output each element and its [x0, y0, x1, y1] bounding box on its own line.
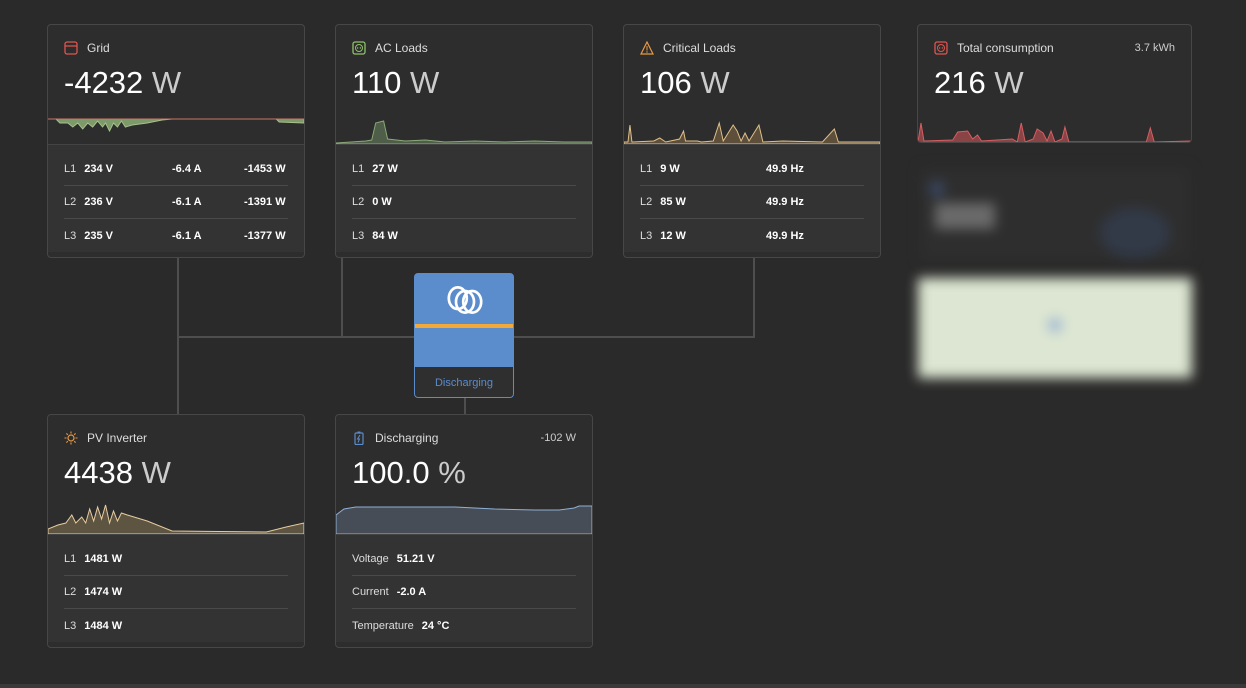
- critical-connection-line: [753, 257, 755, 337]
- inverter-status: Discharging: [415, 367, 513, 397]
- pv-power: 4438 W: [64, 455, 171, 490]
- blurred-tank-widget: [920, 168, 1190, 260]
- battery-card[interactable]: Discharging -102 W 100.0 % Voltage 51.21 …: [335, 414, 593, 648]
- battery-icon: [354, 431, 364, 445]
- ac-loads-title: AC Loads: [375, 41, 428, 55]
- critical-phase-row: L2 85 W 49.9 Hz: [640, 186, 864, 219]
- inverter-node[interactable]: Discharging: [414, 273, 514, 398]
- socket-icon: [934, 41, 948, 55]
- battery-detail-row: Temperature 24 °C: [352, 619, 450, 632]
- pv-phase-row: L3 1484 W: [64, 619, 123, 632]
- critical-loads-title: Critical Loads: [663, 41, 736, 55]
- battery-detail-row: Voltage 51.21 V: [352, 543, 576, 576]
- pv-phase-row: L1 1481 W: [64, 543, 288, 576]
- battery-title: Discharging: [375, 431, 439, 445]
- ac-phase-row: L3 84 W: [352, 229, 398, 242]
- ac-phase-row: L1 27 W: [352, 153, 576, 186]
- blurred-map-widget: [918, 278, 1192, 378]
- victron-logo-icon: [447, 286, 483, 314]
- critical-loads-sparkline: [624, 121, 880, 144]
- battery-power: -102 W: [540, 432, 576, 444]
- sun-icon: [64, 431, 78, 445]
- pv-phase-row: L2 1474 W: [64, 576, 288, 609]
- total-consumption-title: Total consumption: [957, 41, 1054, 55]
- critical-loads-card[interactable]: Critical Loads 106 W L1 9 W 49.9 Hz L2 85 W…: [623, 24, 881, 258]
- ac-loads-card[interactable]: AC Loads 110 W L1 27 W L2 0 W L3 84 W: [335, 24, 593, 258]
- critical-loads-power: 106 W: [640, 65, 730, 100]
- grid-title: Grid: [87, 41, 110, 55]
- bottom-bar: [0, 684, 1246, 688]
- battery-detail-row: Current -2.0 A: [352, 576, 576, 609]
- total-consumption-sparkline: [918, 122, 1191, 142]
- grid-card[interactable]: Grid -4232 W L1 234 V -6.4 A -1453 W L2 236 …: [47, 24, 305, 258]
- socket-icon: [352, 41, 366, 55]
- ac-loads-sparkline: [336, 120, 592, 144]
- grid-sparkline: [48, 118, 304, 133]
- grid-phase-row: L2 236 V -6.1 A -1391 W: [64, 186, 288, 219]
- warning-icon: [640, 41, 654, 55]
- battery-connection-line: [464, 398, 466, 414]
- critical-phase-row: L3 12 W 49.9 Hz: [640, 229, 804, 242]
- pv-inverter-card[interactable]: PV Inverter 4438 W L1 1481 W L2 1474 W L3 1…: [47, 414, 305, 648]
- total-energy: 3.7 kWh: [1134, 42, 1175, 54]
- ac-phase-row: L2 0 W: [352, 186, 576, 219]
- acloads-connection-line: [341, 257, 343, 337]
- total-consumption-card[interactable]: Total consumption 3.7 kWh 216 W: [917, 24, 1192, 143]
- grid-power: -4232 W: [64, 65, 182, 100]
- inverter-accent-bar: [415, 324, 513, 328]
- grid-phase-row: L3 235 V -6.1 A -1377 W: [64, 229, 286, 242]
- bus-line-left: [177, 336, 414, 338]
- ac-loads-power: 110 W: [352, 65, 440, 100]
- grid-phase-row: L1 234 V -6.4 A -1453 W: [64, 153, 288, 186]
- pv-inverter-title: PV Inverter: [87, 431, 148, 445]
- battery-soc: 100.0 %: [352, 455, 466, 490]
- pv-sparkline: [48, 504, 304, 534]
- bus-line-right: [514, 336, 755, 338]
- critical-phase-row: L1 9 W 49.9 Hz: [640, 153, 864, 186]
- grid-meter-icon: [64, 41, 78, 55]
- total-consumption-power: 216 W: [934, 65, 1024, 100]
- battery-sparkline: [336, 505, 592, 534]
